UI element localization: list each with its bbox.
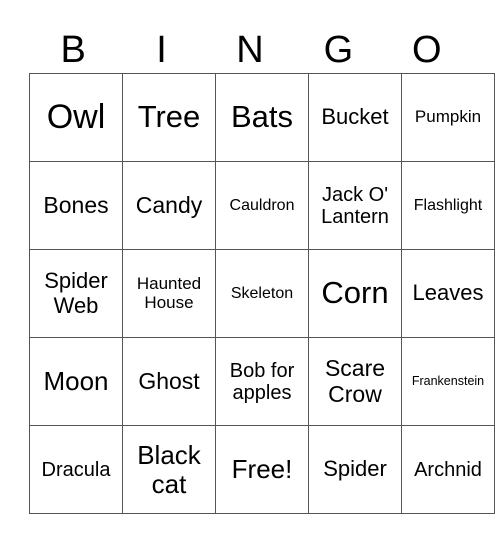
bingo-cell[interactable]: Owl xyxy=(29,73,123,162)
bingo-cell[interactable]: Moon xyxy=(29,337,123,426)
bingo-cell[interactable]: Corn xyxy=(308,249,402,338)
header-letter-n: N xyxy=(236,29,264,71)
bingo-cell[interactable]: Tree xyxy=(122,73,216,162)
bingo-cell[interactable]: Scare Crow xyxy=(308,337,402,426)
bingo-cell[interactable]: Bats xyxy=(215,73,309,162)
header-letter-i: I xyxy=(156,29,167,71)
bingo-cell[interactable]: Archnid xyxy=(401,425,495,514)
bingo-cell[interactable]: Spider Web xyxy=(29,249,123,338)
bingo-cell[interactable]: Jack O' Lantern xyxy=(308,161,402,250)
bingo-row: Spider Web Haunted House Skeleton Corn Leave… xyxy=(29,249,495,338)
bingo-row: Moon Ghost Bob for apples Scare Crow Franken… xyxy=(29,337,495,426)
bingo-cell[interactable]: Skeleton xyxy=(215,249,309,338)
bingo-row: Bones Candy Cauldron Jack O' Lantern Flashli… xyxy=(29,161,495,250)
bingo-cell[interactable]: Cauldron xyxy=(215,161,309,250)
bingo-cell[interactable]: Leaves xyxy=(401,249,495,338)
bingo-header: B I N G O xyxy=(29,26,471,74)
bingo-cell[interactable]: Candy xyxy=(122,161,216,250)
bingo-grid: Owl Tree Bats Bucket Pumpkin Bones Candy Cauldr… xyxy=(29,73,495,514)
header-letter-b: B xyxy=(60,29,86,71)
bingo-cell[interactable]: Bucket xyxy=(308,73,402,162)
bingo-cell[interactable]: Dracula xyxy=(29,425,123,514)
header-letter-o: O xyxy=(411,29,442,71)
bingo-cell[interactable]: Free! xyxy=(215,425,309,514)
bingo-row: Owl Tree Bats Bucket Pumpkin xyxy=(29,73,495,162)
bingo-cell[interactable]: Black cat xyxy=(122,425,216,514)
bingo-cell[interactable]: Bob for apples xyxy=(215,337,309,426)
bingo-cell[interactable]: Ghost xyxy=(122,337,216,426)
bingo-cell[interactable]: Bones xyxy=(29,161,123,250)
bingo-cell[interactable]: Spider xyxy=(308,425,402,514)
bingo-cell[interactable]: Flashlight xyxy=(401,161,495,250)
bingo-cell[interactable]: Pumpkin xyxy=(401,73,495,162)
bingo-cell[interactable]: Haunted House xyxy=(122,249,216,338)
bingo-cell[interactable]: Frankenstein xyxy=(401,337,495,426)
bingo-row: Dracula Black cat Free! Spider Archnid xyxy=(29,425,495,514)
header-letter-g: G xyxy=(323,29,354,71)
